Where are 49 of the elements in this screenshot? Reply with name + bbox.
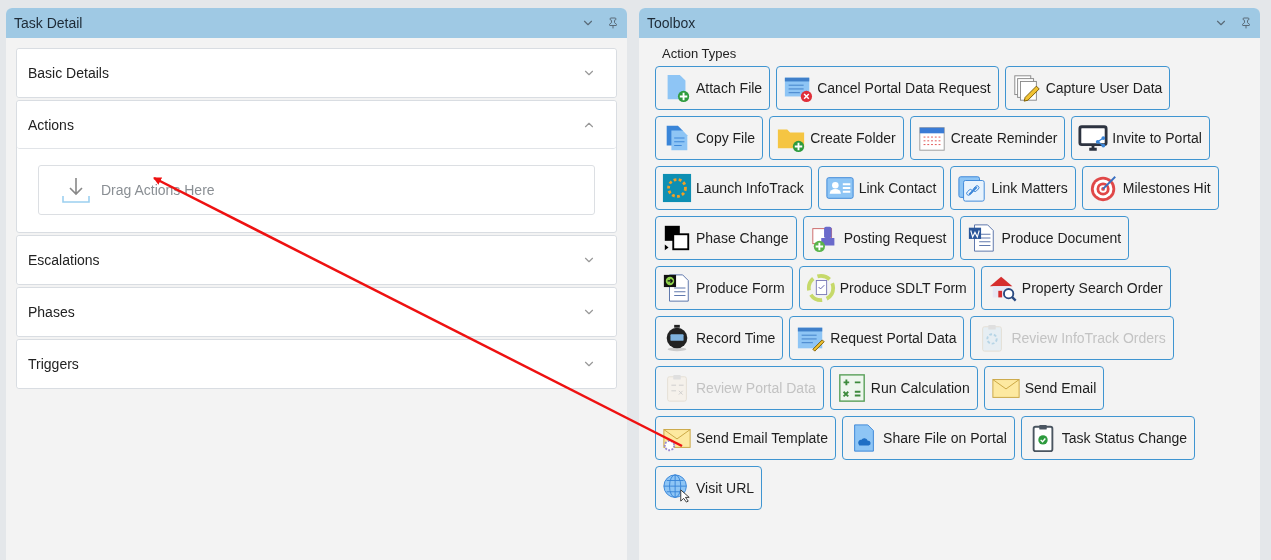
download-icon [61,176,91,204]
pin-icon [607,17,619,29]
action-button[interactable]: Create Reminder [909,116,1066,160]
action-button[interactable]: Produce Document [960,216,1130,260]
action-button[interactable]: Run Calculation [829,366,978,410]
action-button[interactable]: Copy File [655,116,764,160]
action-button[interactable]: Send Email [983,366,1105,410]
recycle-document-icon [805,273,836,303]
action-button[interactable]: Produce Form [655,266,793,310]
drop-hint: Drag Actions Here [101,182,215,198]
action-button[interactable]: Link Matters [950,166,1076,210]
accordion-header[interactable]: Triggers [17,340,616,388]
action-button[interactable]: Task Status Change [1020,416,1196,460]
calculator-icon [836,373,867,403]
pin-icon [1240,17,1252,29]
globe-cursor-icon [662,473,692,503]
action-button[interactable]: Link Contact [817,166,945,210]
action-button[interactable]: Share File on Portal [842,416,1015,460]
pin-button[interactable] [607,17,619,29]
action-button[interactable]: Property Search Order [980,266,1171,310]
action-button[interactable]: Send Email Template [655,416,837,460]
group-label: Action Types [661,46,738,61]
link-icon [957,173,988,203]
action-button[interactable]: Launch InfoTrack [655,166,812,210]
action-button[interactable]: Invite to Portal [1071,116,1210,160]
action-button[interactable]: Request Portal Data [789,316,965,360]
squares-icon [662,223,692,253]
accordion-header[interactable]: Escalations [17,236,616,284]
documents-pencil-icon [1011,73,1042,103]
action-button[interactable]: Cancel Portal Data Request [776,66,999,110]
accordion-header[interactable]: Phases [17,288,616,336]
monitor-share-icon [1078,123,1109,153]
action-button[interactable]: Milestones Hit [1081,166,1219,210]
action-button[interactable]: Capture User Data [1004,66,1171,110]
action-button[interactable]: Record Time [655,316,784,360]
action-button[interactable]: Create Folder [769,116,904,160]
accordion-header[interactable]: Basic Details [17,49,616,97]
accordion-header[interactable]: Actions [17,101,616,149]
panel-title: Task Detail [14,15,84,31]
panel-title: Toolbox [647,15,697,31]
pin-button[interactable] [1240,17,1252,29]
action-button[interactable]: Attach File [655,66,771,110]
action-button[interactable]: Produce SDLT Form [798,266,975,310]
action-button[interactable]: Phase Change [655,216,797,260]
action-button[interactable]: Posting Request [802,216,955,260]
action-button[interactable]: Visit URL [655,466,763,510]
form-document-icon [662,273,692,303]
ring-dots-icon [662,173,692,203]
target-icon [1088,173,1119,203]
